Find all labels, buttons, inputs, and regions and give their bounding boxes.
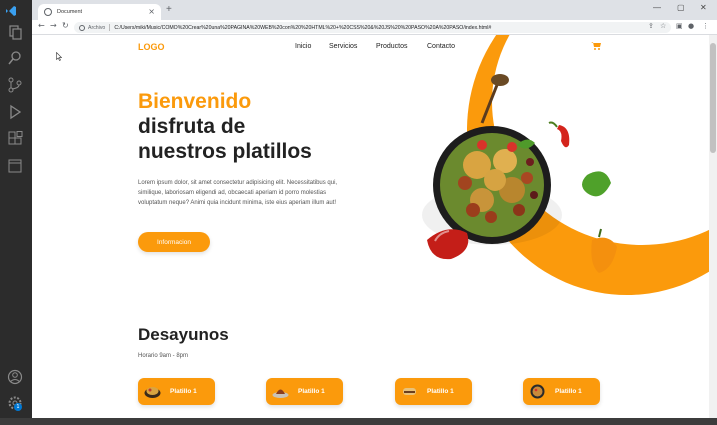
platillo-card-1[interactable]: Platillo 1 <box>138 378 215 405</box>
address-bar[interactable]: Archivo C:/Users/miki/Music/COMO%20Crear… <box>74 22 671 33</box>
page-scrollbar[interactable] <box>709 35 717 425</box>
hero-title-line-2: disfruta de <box>138 115 246 138</box>
platillo-card-2[interactable]: Platillo 1 <box>266 378 343 405</box>
page-viewport: LOGO Inicio Servicios Productos Contacto… <box>32 35 717 425</box>
globe-icon <box>44 8 52 16</box>
side-panel-icon[interactable]: ▣ <box>676 23 683 30</box>
back-button[interactable]: ← <box>38 22 45 30</box>
desayunos-schedule: Horario 9am - 8pm <box>138 353 189 359</box>
vscode-status-bar <box>0 418 717 425</box>
platillo-card-4[interactable]: Platillo 1 <box>523 378 600 405</box>
browser-toolbar: ← → ↻ Archivo C:/Users/miki/Music/COMO%2… <box>32 20 717 35</box>
source-control-icon[interactable] <box>7 77 23 93</box>
url-separator <box>109 24 111 31</box>
url-text: C:/Users/miki/Music/COMO%20Crear%20una%2… <box>114 24 492 31</box>
platillo-label: Platillo 1 <box>555 388 582 395</box>
vscode-logo-icon <box>6 6 16 16</box>
screen: 1 Document × + — ▢ ✕ ← → ↻ Archivo C:/Us… <box>0 0 717 425</box>
tab-title: Document <box>57 9 83 15</box>
scrollbar-thumb[interactable] <box>710 43 716 153</box>
profile-icon[interactable]: ● <box>688 23 694 30</box>
browser-window: Document × + — ▢ ✕ ← → ↻ Archivo C:/User… <box>32 0 717 425</box>
new-tab-button[interactable]: + <box>166 5 172 15</box>
dish-thumbnail <box>272 389 289 398</box>
site-logo[interactable]: LOGO <box>138 42 165 52</box>
info-icon[interactable] <box>79 24 85 31</box>
hero-title-line-3: nuestros platillos <box>138 140 312 163</box>
dish-thumbnail <box>530 384 545 399</box>
nav-item-servicios[interactable]: Servicios <box>329 43 357 50</box>
search-icon[interactable] <box>7 50 23 66</box>
food-bowl-image <box>422 74 617 273</box>
notification-badge: 1 <box>14 403 22 411</box>
kebab-menu-icon[interactable]: ⋮ <box>702 23 709 30</box>
extensions-icon[interactable] <box>7 131 23 147</box>
dish-thumbnail <box>144 387 161 398</box>
reload-button[interactable]: ↻ <box>62 22 69 30</box>
desayunos-heading: Desayunos <box>138 325 229 344</box>
mouse-cursor-icon <box>56 52 62 61</box>
platillo-label: Platillo 1 <box>427 388 454 395</box>
run-debug-icon[interactable] <box>7 104 23 120</box>
account-icon[interactable] <box>7 369 23 385</box>
bookmark-star-icon[interactable]: ☆ <box>660 23 666 30</box>
vscode-activity-bar <box>0 0 32 425</box>
nav-item-inicio[interactable]: Inicio <box>295 43 311 50</box>
remote-icon[interactable] <box>7 158 23 174</box>
hero-title-welcome: Bienvenido <box>138 90 252 113</box>
cart-icon[interactable] <box>591 41 601 50</box>
informacion-button[interactable]: Informacion <box>138 232 210 252</box>
file-scheme-label: Archivo <box>88 24 106 31</box>
forward-button[interactable]: → <box>50 22 57 30</box>
hero-description: Lorem ipsum dolor, sit amet consectetur … <box>138 180 338 206</box>
explorer-icon[interactable] <box>7 24 23 40</box>
browser-tab[interactable]: Document × <box>38 4 161 20</box>
nav-item-contacto[interactable]: Contacto <box>427 43 455 50</box>
platillo-label: Platillo 1 <box>298 388 325 395</box>
platillo-card-3[interactable]: Platillo 1 <box>395 378 472 405</box>
minimize-button[interactable]: — <box>653 4 661 12</box>
platillo-label: Platillo 1 <box>170 388 197 395</box>
nav-item-productos[interactable]: Productos <box>376 43 408 50</box>
share-icon[interactable]: ⇪ <box>648 23 654 30</box>
maximize-button[interactable]: ▢ <box>677 4 685 12</box>
tab-close-icon[interactable]: × <box>148 8 155 16</box>
tab-strip: Document × + — ▢ ✕ <box>32 0 717 20</box>
close-window-button[interactable]: ✕ <box>700 4 707 12</box>
dish-thumbnail <box>403 388 416 395</box>
